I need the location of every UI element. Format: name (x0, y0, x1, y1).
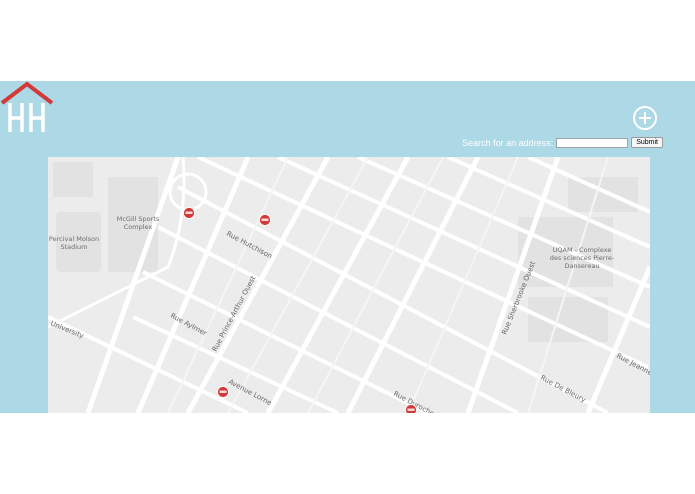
search-label: Search for an address: (462, 137, 554, 148)
house-logo-icon[interactable] (0, 81, 56, 135)
plus-circle-icon (633, 106, 657, 130)
address-search-form: Search for an address: Submit (462, 137, 663, 148)
place-label-mcgill-2: Complex (124, 223, 153, 231)
address-search-input[interactable] (556, 137, 629, 148)
add-listing-button[interactable] (632, 105, 658, 131)
place-label-uqam-1: UQAM - Complexe (553, 246, 612, 254)
map-marker-icon[interactable] (259, 214, 271, 226)
map-marker-icon[interactable] (183, 207, 195, 219)
place-label-uqam-2: des sciences Pierre- (550, 254, 615, 262)
map-view[interactable]: McGill Sports Complex Percival Molson St… (48, 157, 650, 413)
map-marker-icon[interactable] (405, 404, 417, 414)
map-marker-icon[interactable] (217, 386, 229, 398)
place-label-mcgill-1: McGill Sports (117, 215, 160, 223)
place-label-percival-2: Stadium (60, 243, 87, 251)
place-label-uqam-3: Dansereau (564, 262, 599, 270)
submit-button[interactable]: Submit (631, 137, 663, 148)
place-label-percival-1: Percival Molson (49, 235, 99, 243)
